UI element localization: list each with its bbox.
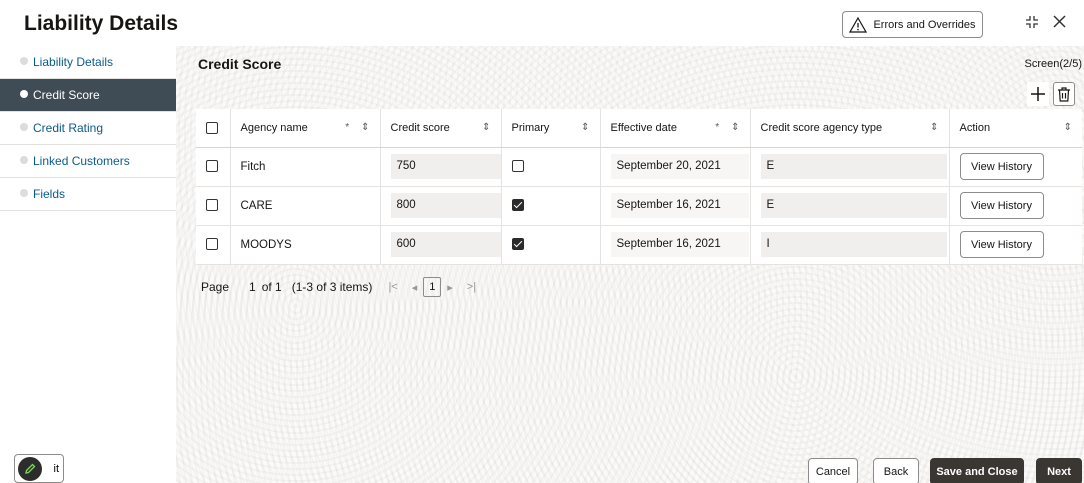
sidebar-item-linked-customers[interactable]: Linked Customers (0, 145, 176, 178)
trash-icon (1058, 86, 1070, 102)
current-page: 1 (249, 280, 256, 294)
agency-name-cell[interactable]: MOODYS (230, 225, 381, 265)
page-label: Page (201, 280, 230, 294)
close-icon[interactable] (1053, 15, 1066, 33)
view-history-button[interactable]: View History (959, 153, 1044, 180)
page-title: Liability Details (24, 12, 179, 35)
sidebar-item-label: Fields (33, 187, 66, 201)
page-number-button[interactable]: 1 (423, 277, 442, 297)
effective-date-field[interactable]: September 20, 2021 (610, 154, 749, 179)
section-title: Credit Score (198, 56, 282, 72)
column-credit-score[interactable]: Credit score ⇕ (380, 109, 502, 148)
sidebar-item-label: Credit Score (33, 88, 100, 102)
save-and-close-button[interactable]: Save and Close (930, 458, 1024, 483)
collapse-icon[interactable] (1025, 15, 1039, 34)
agency-type-field[interactable]: E (760, 154, 947, 179)
column-label: Credit score (390, 121, 450, 134)
column-label: Agency name (240, 121, 308, 134)
select-all-checkbox[interactable] (206, 121, 218, 134)
errors-and-overrides-button[interactable]: Errors and Overrides (842, 11, 983, 38)
step-dot-icon (20, 156, 28, 164)
sidebar-item-liability-details[interactable]: Liability Details (0, 46, 176, 79)
prev-page-icon[interactable]: ◂ (412, 281, 418, 294)
last-page-icon[interactable]: >| (467, 281, 476, 293)
sidebar-item-fields[interactable]: Fields (0, 178, 176, 211)
step-dot-icon (20, 189, 28, 197)
view-history-button[interactable]: View History (959, 192, 1044, 219)
pagination: Page 1 of 1 (1-3 of 3 items) |< ◂ 1 ▸ >| (201, 277, 476, 297)
screen-indicator: Screen(2/5) (1024, 58, 1082, 70)
delete-row-button[interactable] (1053, 82, 1075, 106)
table-row: MOODYS 600 September 16, 2021 I View His… (196, 225, 1082, 265)
credit-score-field[interactable]: 800 (390, 193, 501, 218)
step-dot-icon (20, 123, 28, 131)
sort-icon[interactable]: ⇕ (482, 122, 490, 133)
sidebar-item-credit-score[interactable]: Credit Score (0, 79, 176, 112)
edit-pencil-icon[interactable] (18, 457, 42, 481)
sort-icon[interactable]: ⇕ (930, 122, 938, 133)
footer: it Cancel Back Save and Close Next (0, 446, 1084, 483)
table-row: CARE 800 September 16, 2021 E View Histo… (196, 186, 1082, 226)
first-page-icon[interactable]: |< (388, 281, 397, 293)
column-label: Primary (511, 121, 550, 134)
primary-checkbox[interactable] (511, 160, 524, 173)
view-history-button[interactable]: View History (959, 231, 1044, 258)
page-count: of 1 (261, 280, 282, 294)
sidebar-item-label: Liability Details (33, 55, 114, 69)
sort-icon[interactable]: ⇕ (581, 122, 589, 133)
items-count: (1-3 of 3 items) (291, 280, 373, 294)
column-agency-type[interactable]: Credit score agency type ⇕ (750, 109, 950, 148)
sidebar-item-label: Linked Customers (33, 154, 130, 168)
agency-type-field[interactable]: E (760, 193, 947, 218)
column-action[interactable]: Action ⇕ (949, 109, 1082, 148)
primary-checkbox[interactable] (511, 238, 524, 251)
sidebar: Liability Details Credit Score Credit Ra… (0, 46, 176, 483)
sort-icon[interactable]: ⇕ (361, 122, 369, 133)
back-button[interactable]: Back (873, 458, 919, 483)
main-content: Credit Score Screen(2/5) Agency name * ⇕ C… (176, 46, 1084, 483)
plus-icon (1031, 87, 1045, 101)
step-dot-icon (20, 57, 28, 65)
row-select-checkbox[interactable] (206, 238, 218, 251)
table-header-row: Agency name * ⇕ Credit score ⇕ Primary ⇕ Eff… (196, 109, 1082, 148)
agency-name-cell[interactable]: Fitch (230, 147, 381, 187)
table-row: Fitch 750 September 20, 2021 E View Hist… (196, 147, 1082, 187)
next-button[interactable]: Next (1036, 458, 1082, 483)
cancel-button[interactable]: Cancel (808, 458, 858, 483)
header: Liability Details Errors and Overrides (0, 0, 1084, 46)
effective-date-field[interactable]: September 16, 2021 (610, 193, 749, 218)
sidebar-item-credit-rating[interactable]: Credit Rating (0, 112, 176, 145)
sidebar-item-label: Credit Rating (33, 121, 104, 135)
primary-checkbox[interactable] (511, 199, 524, 212)
effective-date-field[interactable]: September 16, 2021 (610, 232, 749, 257)
column-label: Action (959, 121, 991, 134)
errors-button-label: Errors and Overrides (873, 18, 976, 31)
required-icon: * (345, 122, 350, 134)
credit-score-field[interactable]: 600 (390, 232, 501, 257)
row-select-checkbox[interactable] (206, 199, 218, 212)
column-primary[interactable]: Primary ⇕ (501, 109, 601, 148)
column-label: Credit score agency type (760, 121, 883, 134)
agency-type-field[interactable]: I (760, 232, 947, 257)
row-select-checkbox[interactable] (206, 160, 218, 173)
column-effective-date[interactable]: Effective date * ⇕ (600, 109, 751, 148)
agency-name-cell[interactable]: CARE (230, 186, 381, 226)
column-agency-name[interactable]: Agency name * ⇕ (230, 109, 381, 148)
add-row-button[interactable] (1027, 82, 1049, 106)
sort-icon[interactable]: ⇕ (1064, 122, 1072, 133)
step-dot-icon (20, 90, 28, 98)
credit-score-field[interactable]: 750 (390, 154, 501, 179)
sort-icon[interactable]: ⇕ (731, 122, 739, 133)
next-page-icon[interactable]: ▸ (447, 281, 453, 294)
credit-score-table: Agency name * ⇕ Credit score ⇕ Primary ⇕ Eff… (196, 109, 1082, 265)
warning-icon (849, 16, 868, 33)
select-all-cell (196, 109, 231, 148)
required-icon: * (715, 122, 720, 134)
column-label: Effective date (610, 121, 677, 134)
